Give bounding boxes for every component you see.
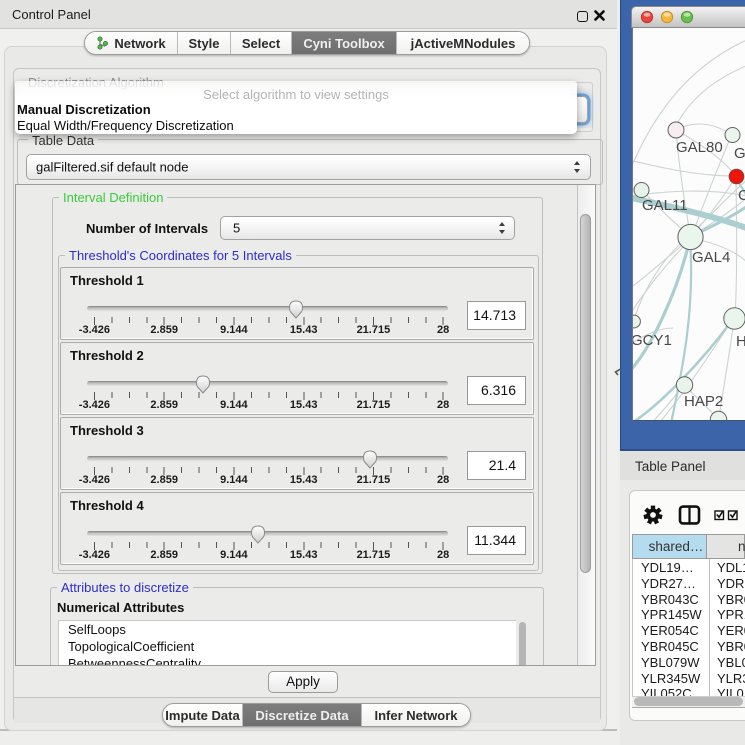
svg-text:HAP2: HAP2 [684,393,723,410]
svg-text:CY: CY [738,187,745,204]
svg-text:GAL11: GAL11 [642,197,688,214]
svg-text:GCY1: GCY1 [633,332,672,349]
svg-text:HA: HA [736,333,745,350]
svg-text:GAL4: GAL4 [692,249,730,266]
svg-text:GAL80: GAL80 [676,139,723,156]
svg-text:GA: GA [734,145,745,162]
